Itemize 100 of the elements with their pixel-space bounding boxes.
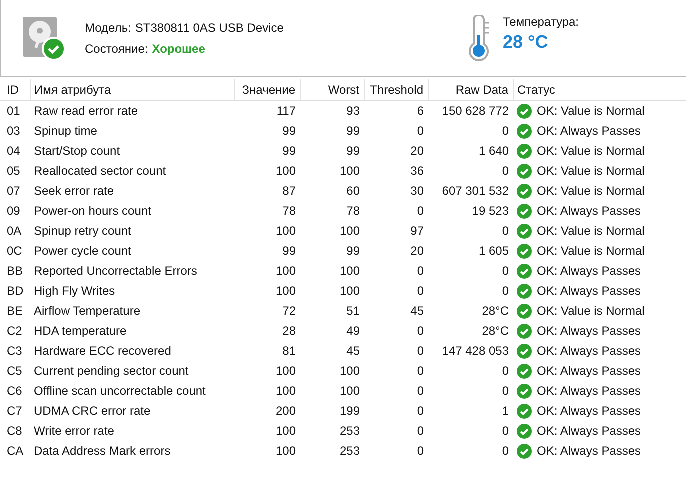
table-cell: 117 xyxy=(234,100,300,121)
table-cell: 6 xyxy=(364,100,428,121)
table-cell-text: 87 xyxy=(282,183,297,200)
table-cell-text: 81 xyxy=(282,343,297,360)
table-cell-text: 78 xyxy=(282,203,297,220)
table-cell-text: 05 xyxy=(6,163,22,180)
table-cell-text: 09 xyxy=(6,203,22,220)
table-cell-text: UDMA CRC error rate xyxy=(33,403,152,420)
table-cell-text: 0 xyxy=(501,363,510,380)
table-cell-text: Spinup time xyxy=(33,123,98,140)
status-text: OK: Value is Normal xyxy=(537,224,645,238)
table-cell-text: 99 xyxy=(346,143,361,160)
table-cell-text: 0 xyxy=(501,123,510,140)
status-text: OK: Value is Normal xyxy=(537,184,645,198)
table-cell-text: 07 xyxy=(6,183,22,200)
table-cell-text: 72 xyxy=(282,303,297,320)
table-cell-text: CA xyxy=(6,443,25,460)
check-circle-icon xyxy=(517,444,532,458)
table-cell-text: 100 xyxy=(274,163,297,180)
table-cell-text: 28°C xyxy=(481,303,510,320)
table-cell-text: 0 xyxy=(416,123,425,140)
model-label: Модель: xyxy=(85,20,132,34)
column-header[interactable]: Raw Data xyxy=(428,79,513,100)
table-cell-text: 30 xyxy=(410,183,425,200)
table-cell-text: 0 xyxy=(501,383,510,400)
table-cell-text: 100 xyxy=(274,423,297,440)
check-circle-icon xyxy=(517,404,532,418)
table-cell-text: 100 xyxy=(274,283,297,300)
status-text: OK: Value is Normal xyxy=(537,104,645,118)
hard-drive-icon xyxy=(21,15,67,61)
table-cell-text: 20 xyxy=(410,143,425,160)
table-cell-text: C7 xyxy=(6,403,24,420)
check-circle-icon xyxy=(517,244,532,258)
table-cell-text: C3 xyxy=(6,343,24,360)
table-cell-text: 99 xyxy=(282,123,297,140)
table-cell-text: 100 xyxy=(274,223,297,240)
status-text: OK: Always Passes xyxy=(537,284,642,298)
table-cell-text: 100 xyxy=(338,283,361,300)
check-circle-icon xyxy=(517,324,532,338)
column-header[interactable]: Threshold xyxy=(364,79,428,100)
table-cell-text: 49 xyxy=(346,323,361,340)
table-cell-text: BD xyxy=(6,283,25,300)
check-circle-icon xyxy=(517,224,532,238)
table-cell-text: 99 xyxy=(346,123,361,140)
status-text: OK: Always Passes xyxy=(537,384,642,398)
table-cell-text: 0C xyxy=(6,243,24,260)
table-cell-text: 20 xyxy=(410,243,425,260)
status-text: OK: Value is Normal xyxy=(537,164,645,178)
table-cell-text: 99 xyxy=(282,143,297,160)
column-header[interactable]: Значение xyxy=(234,79,300,100)
table-cell-text: 100 xyxy=(338,163,361,180)
table-cell-text: Power-on hours count xyxy=(33,203,152,220)
check-circle-icon xyxy=(517,304,532,318)
table-cell-text: 100 xyxy=(274,363,297,380)
table-cell-text: 0A xyxy=(6,223,23,240)
check-circle-icon xyxy=(517,104,532,118)
table-cell-text: High Fly Writes xyxy=(33,283,116,300)
check-circle-icon xyxy=(517,284,532,298)
check-circle-icon xyxy=(517,364,532,378)
table-cell-text: 1 640 xyxy=(478,143,510,160)
table-cell-text: 607 301 532 xyxy=(441,183,510,200)
table-cell-text: 100 xyxy=(338,383,361,400)
table-cell-text: 0 xyxy=(416,383,425,400)
temperature-value: 28 °C xyxy=(503,32,550,53)
table-cell-text: 0 xyxy=(416,283,425,300)
table-cell-text: Reported Uncorrectable Errors xyxy=(33,263,198,280)
table-cell-text: Start/Stop count xyxy=(33,143,122,160)
table-cell-text: 60 xyxy=(346,183,361,200)
table-cell-text: BE xyxy=(6,303,24,320)
table-cell-text: 253 xyxy=(338,443,361,460)
table-cell-text: 147 428 053 xyxy=(441,343,510,360)
table-cell-text: Reallocated sector count xyxy=(33,163,168,180)
table-cell-text: 0 xyxy=(501,423,510,440)
check-circle-icon xyxy=(517,204,532,218)
column-header[interactable]: ID xyxy=(0,79,30,100)
table-cell-text: Data Address Mark errors xyxy=(33,443,172,460)
column-header[interactable]: Статус xyxy=(513,79,686,100)
check-circle-icon xyxy=(517,144,532,158)
table-cell-text: Spinup retry count xyxy=(33,223,132,240)
column-header[interactable]: Имя атрибута xyxy=(30,79,234,100)
table-cell-text: 0 xyxy=(501,283,510,300)
table-cell-text: 99 xyxy=(346,243,361,260)
status-text: OK: Value is Normal xyxy=(537,244,645,258)
temperature-label: Температура: xyxy=(503,15,580,29)
table-cell-text: 51 xyxy=(346,303,361,320)
check-circle-icon xyxy=(517,124,532,138)
table-cell-text: 0 xyxy=(501,223,510,240)
check-circle-icon xyxy=(517,344,532,358)
table-cell-text: 100 xyxy=(338,263,361,280)
table-cell-text: 99 xyxy=(282,243,297,260)
check-circle-icon xyxy=(517,384,532,398)
table-cell: 01 xyxy=(0,100,30,121)
model-value: ST380811 0AS USB Device xyxy=(135,20,284,34)
table-cell-text: 0 xyxy=(416,203,425,220)
check-circle-icon xyxy=(517,164,532,178)
table-cell-text: 100 xyxy=(274,383,297,400)
table-cell-text: 100 xyxy=(338,223,361,240)
table-cell-text: 100 xyxy=(338,363,361,380)
table-cell-text: 28 xyxy=(282,323,297,340)
column-header[interactable]: Worst xyxy=(300,79,364,100)
